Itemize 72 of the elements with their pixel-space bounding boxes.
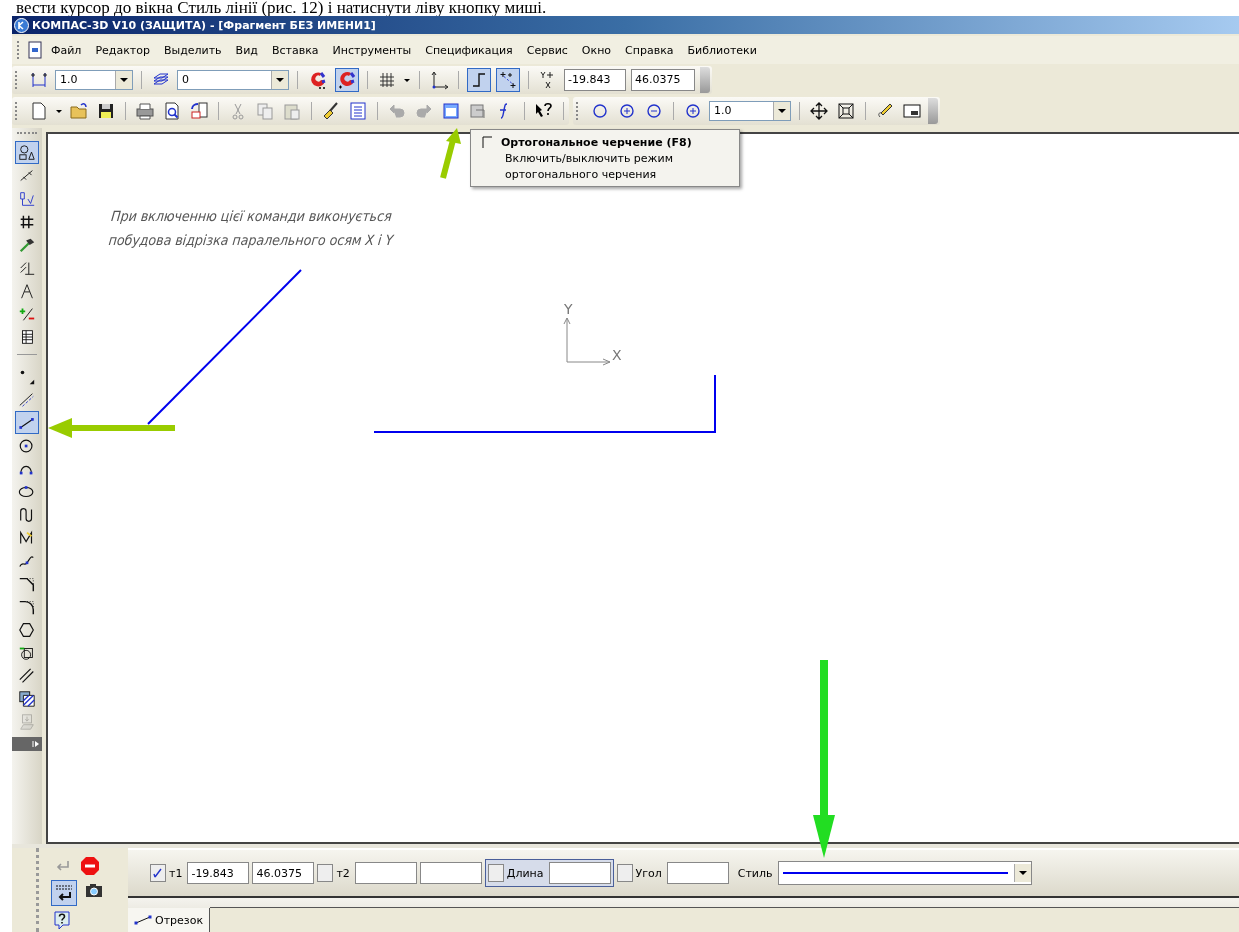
checkbox[interactable] (317, 864, 334, 882)
tool-group-button[interactable] (15, 141, 39, 164)
t1-x-field[interactable]: -19.843 (187, 862, 250, 884)
line-style-combo[interactable] (777, 861, 1032, 885)
annotation-text: При включенню цієї команди виконується побудова відрізка паралельного осям X і Y (107, 207, 396, 250)
printer-icon[interactable] (134, 100, 156, 121)
field-label: Длина (506, 866, 544, 880)
snap-points-button[interactable] (496, 67, 520, 92)
ortho-button[interactable] (467, 67, 491, 92)
tab[interactable]: Отрезок (128, 908, 211, 932)
menu-item[interactable]: Библиотеки (681, 41, 763, 59)
hatch-icon (18, 689, 36, 708)
menu-item[interactable]: Вставка (265, 41, 325, 59)
scale-combo[interactable]: 1.0 (55, 69, 133, 90)
document-icon[interactable] (27, 41, 43, 59)
geometry-icon (18, 143, 36, 162)
field-label: Угол (635, 866, 662, 880)
checkbox[interactable] (616, 864, 633, 882)
polygon-icon (18, 620, 36, 639)
window-title: КОМПАС-3D V10 (ЗАЩИТА) - [Фрагмент БЕЗ ИМЕНИ1] (32, 18, 376, 32)
checkbox[interactable] (150, 864, 166, 882)
field-label: Стиль (737, 866, 773, 880)
window-icon[interactable] (440, 100, 462, 121)
open-folder-icon[interactable] (68, 100, 90, 121)
checkbox[interactable] (487, 864, 504, 882)
tooltip-text: Включить/выключить режим ортогонального черчения (505, 151, 674, 183)
menu-item[interactable]: Инструменты (326, 41, 418, 59)
field-label: т1 (169, 866, 183, 880)
field-label: т2 (336, 866, 350, 880)
y-coordinate-field[interactable]: 46.0375 (631, 68, 695, 91)
angle-field[interactable] (666, 862, 729, 884)
magnet-icon (336, 69, 358, 90)
polyline[interactable] (373, 374, 716, 433)
app-logo-icon (14, 17, 29, 33)
layer-combo[interactable]: 0 (177, 69, 289, 90)
axis-label: X (612, 348, 622, 362)
ortho-icon (481, 135, 493, 149)
axis-label: Y (564, 302, 573, 316)
help-icon[interactable] (51, 910, 73, 930)
check-icon (152, 867, 164, 879)
stop-icon[interactable] (79, 856, 101, 876)
length-field[interactable] (548, 862, 611, 884)
menu-item[interactable]: Выделить (157, 41, 228, 59)
magnet-button[interactable] (335, 67, 359, 92)
t2-y-field[interactable] (419, 862, 482, 884)
zoom-all-icon[interactable] (835, 100, 857, 121)
menu-item[interactable]: Сервис (520, 41, 574, 59)
segment-icon (134, 915, 152, 925)
toolbar-options-icon[interactable] (700, 66, 710, 93)
equidistant-icon (18, 666, 36, 685)
coordinate-axes-drawing (563, 317, 611, 366)
menu-item[interactable]: Файл (45, 41, 88, 59)
t1-y-field[interactable]: 46.0375 (252, 862, 315, 884)
measure-icon (18, 281, 36, 300)
menu-item[interactable]: Окно (575, 41, 618, 59)
tooltip-title: Ортогональное черчение (F8) (501, 135, 692, 149)
enter-arrow-icon (54, 883, 74, 903)
t2-x-field[interactable] (354, 862, 417, 884)
zoom-combo[interactable]: 1.0 (709, 100, 791, 121)
x-coordinate-field[interactable]: -19.843 (564, 68, 626, 91)
symbols-icon (18, 189, 36, 208)
menu-item[interactable]: Справка (619, 41, 680, 59)
menu-item[interactable]: Вид (229, 41, 264, 59)
auto-create-button[interactable] (51, 880, 77, 906)
insert-icon (18, 712, 36, 731)
menu-item[interactable]: Редактор (89, 41, 156, 59)
toolbar-options-icon[interactable] (928, 97, 938, 124)
pointer-arrow (440, 128, 461, 179)
export-icon[interactable] (188, 100, 210, 121)
list-icon[interactable] (347, 100, 369, 121)
pan-icon[interactable] (808, 100, 830, 121)
menu-item[interactable]: Спецификация (419, 41, 519, 59)
